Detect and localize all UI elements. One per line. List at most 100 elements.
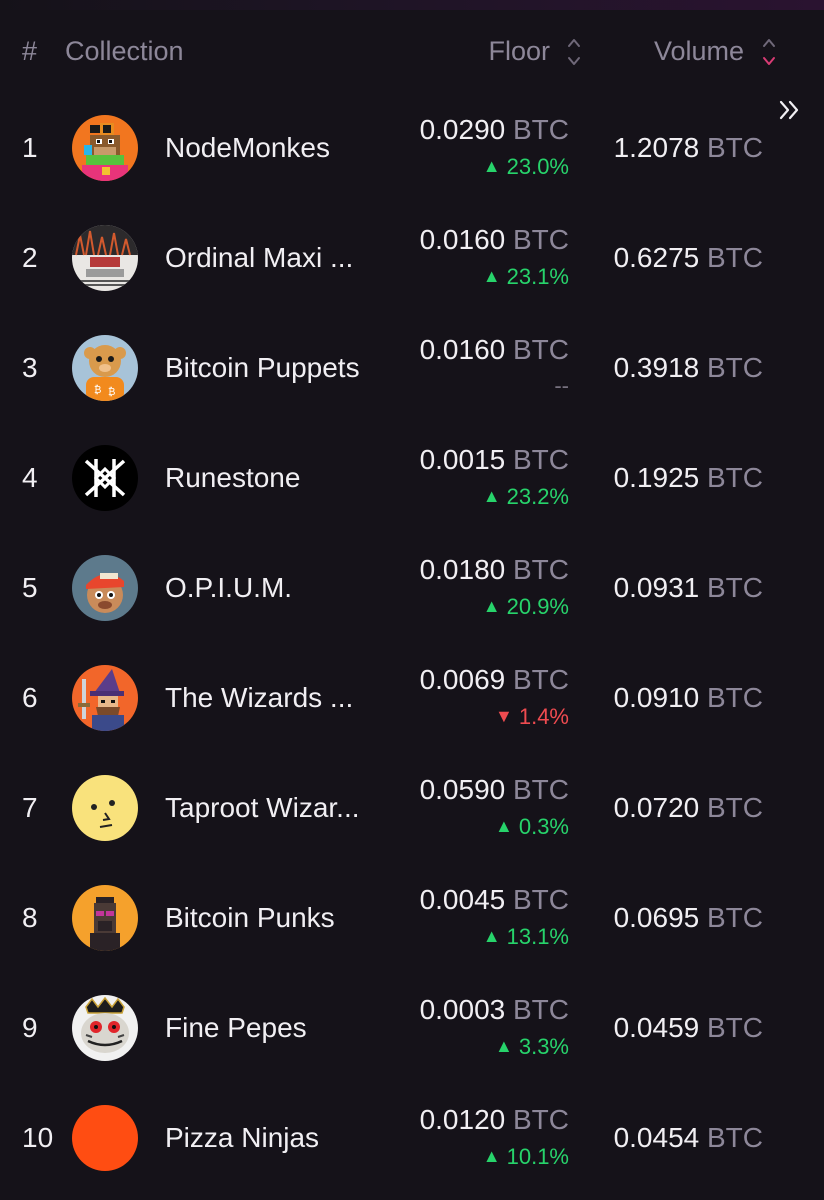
floor-price: 0.0290 BTC ▲ 23.0% <box>420 113 569 182</box>
volume-unit: BTC <box>707 1012 763 1043</box>
floor-change: 23.2% <box>506 484 569 509</box>
volume: 1.2078 BTC <box>614 93 763 203</box>
table-row[interactable]: 9 Fine Pepes 0.0003 BTC ▲ 3.3% 0.0459 BTC <box>0 973 824 1083</box>
floor-price: 0.0015 BTC ▲ 23.2% <box>420 443 569 512</box>
volume-value: 0.0459 <box>613 1012 700 1043</box>
volume-column-header[interactable]: Volume <box>654 34 744 68</box>
pizza-ninjas-avatar <box>72 1105 138 1171</box>
fine-pepes-avatar <box>72 995 138 1061</box>
table-row[interactable]: 1 NodeMonkes 0.0290 BTC ▲ 23.0% 1.2078 B… <box>0 93 824 203</box>
floor-value: 0.0180 <box>419 554 506 585</box>
floor-change: 23.0% <box>506 154 569 179</box>
runestone-avatar <box>72 445 138 511</box>
volume-value: 0.6275 <box>613 242 700 273</box>
floor-column-header[interactable]: Floor <box>488 34 550 68</box>
collection-name[interactable]: Taproot Wizar... <box>165 753 360 863</box>
volume-unit: BTC <box>707 572 763 603</box>
rank-number: 3 <box>22 352 38 383</box>
volume: 0.1925 BTC <box>614 423 763 533</box>
volume-unit: BTC <box>707 1122 763 1153</box>
floor-value: 0.0590 <box>419 774 506 805</box>
volume-value: 0.0720 <box>613 792 700 823</box>
rank-number: 6 <box>22 682 38 713</box>
volume-unit: BTC <box>707 462 763 493</box>
floor-change: 23.1% <box>506 264 569 289</box>
table-row[interactable]: 8 Bitcoin Punks 0.0045 BTC ▲ 13.1% 0.0695… <box>0 863 824 973</box>
table-header: # Collection Floor Volume <box>0 0 824 100</box>
floor-change: -- <box>554 373 569 398</box>
floor-change: 13.1% <box>506 924 569 949</box>
rank-number: 9 <box>22 1012 38 1043</box>
floor-value: 0.0003 <box>419 994 506 1025</box>
rank-number: 2 <box>22 242 38 273</box>
volume-unit: BTC <box>707 242 763 273</box>
volume-unit: BTC <box>707 682 763 713</box>
floor-value: 0.0290 <box>419 114 506 145</box>
floor-price: 0.0120 BTC ▲ 10.1% <box>420 1103 569 1172</box>
rank-column-header: # <box>22 36 38 66</box>
collection-name[interactable]: Ordinal Maxi ... <box>165 203 353 313</box>
collection-name[interactable]: Fine Pepes <box>165 973 307 1083</box>
nodemonkes-avatar <box>72 115 138 181</box>
floor-value: 0.0160 <box>419 224 506 255</box>
volume-value: 0.3918 <box>613 352 700 383</box>
table-row[interactable]: 2 Ordinal Maxi ... 0.0160 BTC ▲ 23.1% 0.6… <box>0 203 824 313</box>
bitcoin-punks-avatar <box>72 885 138 951</box>
rank-number: 4 <box>22 462 38 493</box>
floor-price: 0.0003 BTC ▲ 3.3% <box>420 993 569 1062</box>
triangle-up-icon: ▲ <box>482 486 501 506</box>
floor-unit: BTC <box>513 114 569 145</box>
floor-unit: BTC <box>513 554 569 585</box>
table-row[interactable]: 4 Runestone 0.0015 BTC ▲ 23.2% 0.1925 BTC <box>0 423 824 533</box>
volume: 0.0454 BTC <box>614 1083 763 1193</box>
floor-unit: BTC <box>513 334 569 365</box>
volume-value: 0.0454 <box>613 1122 700 1153</box>
volume-value: 0.1925 <box>613 462 700 493</box>
bitcoin-puppets-avatar: ₿ ₿ <box>72 335 138 401</box>
floor-unit: BTC <box>513 1104 569 1135</box>
floor-change: 3.3% <box>518 1034 569 1059</box>
floor-unit: BTC <box>513 774 569 805</box>
volume-unit: BTC <box>707 352 763 383</box>
ordinal-maxi-avatar <box>72 225 138 291</box>
floor-price: 0.0160 BTC ▲ 23.1% <box>420 223 569 292</box>
rank-number: 7 <box>22 792 38 823</box>
volume: 0.0695 BTC <box>614 863 763 973</box>
volume-sort-icon[interactable] <box>762 37 776 67</box>
table-row[interactable]: 7 Taproot Wizar... 0.0590 BTC ▲ 0.3% 0.07… <box>0 753 824 863</box>
floor-value: 0.0015 <box>419 444 506 475</box>
volume: 0.0720 BTC <box>614 753 763 863</box>
volume-value: 0.0695 <box>613 902 700 933</box>
table-row[interactable]: 10 Pizza Ninjas 0.0120 BTC ▲ 10.1% 0.0454… <box>0 1083 824 1193</box>
floor-price: 0.0180 BTC ▲ 20.9% <box>420 553 569 622</box>
collection-name[interactable]: Pizza Ninjas <box>165 1083 319 1193</box>
table-row[interactable]: 3 ₿ ₿ Bitcoin Puppets 0.0160 BTC -- 0.39… <box>0 313 824 423</box>
floor-unit: BTC <box>513 224 569 255</box>
triangle-up-icon: ▲ <box>495 1036 513 1056</box>
volume-value: 0.0910 <box>613 682 700 713</box>
collection-name[interactable]: Runestone <box>165 423 300 533</box>
volume-value: 1.2078 <box>613 132 700 163</box>
triangle-down-icon: ▼ <box>495 706 513 726</box>
taproot-wizards-avatar <box>72 775 138 841</box>
floor-change: 1.4% <box>518 704 569 729</box>
collection-name[interactable]: NodeMonkes <box>165 93 330 203</box>
collection-name[interactable]: The Wizards ... <box>165 643 353 753</box>
floor-unit: BTC <box>513 994 569 1025</box>
wizards-avatar <box>72 665 138 731</box>
floor-value: 0.0120 <box>419 1104 506 1135</box>
collection-name[interactable]: Bitcoin Punks <box>165 863 335 973</box>
triangle-up-icon: ▲ <box>482 926 501 946</box>
volume-unit: BTC <box>707 792 763 823</box>
triangle-up-icon: ▲ <box>482 1146 501 1166</box>
table-row[interactable]: 6 The Wizards ... 0.0069 BTC ▼ 1.4% 0.091… <box>0 643 824 753</box>
volume: 0.0459 BTC <box>614 973 763 1083</box>
collection-column-header[interactable]: Collection <box>65 34 184 68</box>
collection-name[interactable]: O.P.I.U.M. <box>165 533 292 643</box>
floor-sort-icon[interactable] <box>567 37 581 67</box>
collections-table: 1 NodeMonkes 0.0290 BTC ▲ 23.0% 1.2078 B… <box>0 93 824 1193</box>
collection-name[interactable]: Bitcoin Puppets <box>165 313 360 423</box>
table-row[interactable]: 5 O.P.I.U.M. 0.0180 BTC ▲ 20.9% 0.0931 BT… <box>0 533 824 643</box>
volume: 0.3918 BTC <box>614 313 763 423</box>
floor-value: 0.0160 <box>419 334 506 365</box>
